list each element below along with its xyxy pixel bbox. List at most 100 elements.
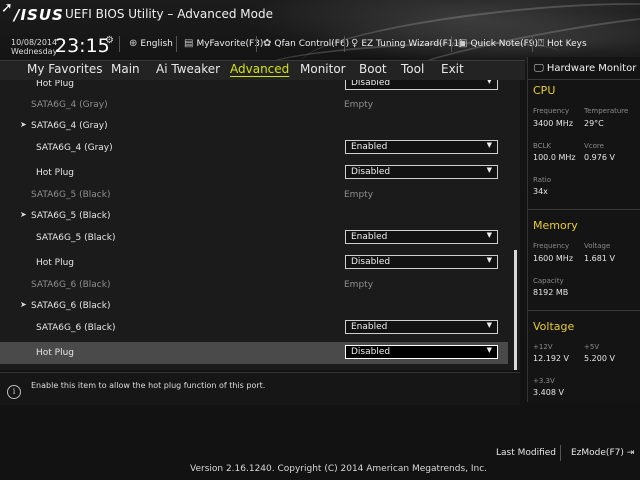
hot-plug-dropdown[interactable]: Disabled ▼ xyxy=(345,80,498,90)
v5-label: +5V xyxy=(584,343,600,351)
setting-label: Hot Plug xyxy=(36,168,75,178)
info-row-sata6g6: SATA6G_6 (Black) Empty xyxy=(0,274,508,296)
header-divider xyxy=(176,36,177,52)
chevron-down-icon: ▼ xyxy=(486,346,492,354)
ez-mode-button[interactable]: EzMode(F7) ⇥ xyxy=(571,448,634,458)
info-row-sata6g4: SATA6G_4 (Gray) Empty xyxy=(0,94,508,116)
submenu-sata6g5[interactable]: ➤ SATA6G_5 (Black) xyxy=(0,205,508,227)
submenu-arrow-icon: ➤ xyxy=(20,210,27,219)
info-icon: i xyxy=(7,385,21,399)
submenu-sata6g4[interactable]: ➤ SATA6G_4 (Gray) xyxy=(0,115,508,137)
clock-settings-gear-icon[interactable]: ⚙ xyxy=(105,35,114,46)
setting-row-hot-plug-sata6g4[interactable]: Hot Plug Disabled ▼ xyxy=(0,80,508,95)
cpu-frequency-value: 3400 MHz xyxy=(533,119,574,128)
fan-icon: ✿ xyxy=(263,38,272,49)
port-enable-dropdown[interactable]: Enabled ▼ xyxy=(345,230,498,244)
menu-tab-monitor[interactable]: Monitor xyxy=(300,62,346,76)
port-label: SATA6G_5 (Black) xyxy=(31,190,111,200)
ratio-value: 34x xyxy=(533,187,548,196)
hardware-monitor-title: 🖵 Hardware Monitor xyxy=(534,63,636,74)
time-display[interactable]: 23:15 xyxy=(55,35,110,57)
header-divider xyxy=(256,36,257,52)
header-divider xyxy=(451,36,452,52)
header-divider xyxy=(532,36,533,52)
port-status: Empty xyxy=(344,280,374,290)
setting-label: Hot Plug xyxy=(36,80,75,89)
chevron-down-icon: ▼ xyxy=(486,231,492,239)
port-enable-dropdown[interactable]: Enabled ▼ xyxy=(345,140,498,154)
setting-row-sata6g4-enable[interactable]: SATA6G_4 (Gray) Enabled ▼ xyxy=(0,137,508,159)
bclk-label: BCLK xyxy=(533,142,552,150)
memory-voltage-value: 1.681 V xyxy=(584,254,615,263)
menu-tab-advanced[interactable]: Advanced xyxy=(230,62,289,76)
divider xyxy=(528,310,640,311)
favorite-icon: ▤ xyxy=(184,38,194,49)
header-divider xyxy=(344,36,345,52)
date: 10/08/2014 xyxy=(11,38,58,47)
chevron-down-icon: ▼ xyxy=(486,321,492,329)
hotkeys-icon: ⍰ xyxy=(538,38,544,49)
hot-plug-dropdown[interactable]: Disabled ▼ xyxy=(345,255,498,269)
myfavorite-label: MyFavorite(F3) xyxy=(196,38,264,49)
submenu-label: SATA6G_6 (Black) xyxy=(31,301,111,311)
app-title: UEFI BIOS Utility – Advanced Mode xyxy=(65,7,273,21)
setting-label: Hot Plug xyxy=(36,348,75,358)
setting-row-hot-plug-sata6g4[interactable]: Hot Plug Disabled ▼ xyxy=(0,162,508,184)
exit-arrow-icon: ⇥ xyxy=(626,448,635,458)
monitor-icon: 🖵 xyxy=(534,63,544,74)
hot-plug-dropdown[interactable]: Disabled ▼ xyxy=(345,345,498,359)
ez-tuning-wizard-button[interactable]: ♀ EZ Tuning Wizard(F11) xyxy=(351,38,463,49)
menu-tab-tool[interactable]: Tool xyxy=(401,62,424,76)
port-status: Empty xyxy=(344,100,374,110)
menu-tab-exit[interactable]: Exit xyxy=(441,62,464,76)
menu-tab-main[interactable]: Main xyxy=(111,62,140,76)
setting-row-hot-plug-sata6g6[interactable]: Hot Plug Disabled ▼ xyxy=(0,342,508,364)
hot-keys-button[interactable]: ⍰ Hot Keys xyxy=(538,38,587,49)
menu-tab-my-favorites[interactable]: My Favorites xyxy=(27,62,102,76)
qfan-control-label: Qfan Control(F6) xyxy=(274,38,350,49)
submenu-sata6g6[interactable]: ➤ SATA6G_6 (Black) xyxy=(0,295,508,317)
dropdown-value: Disabled xyxy=(351,167,391,177)
setting-row-sata6g6-enable[interactable]: SATA6G_6 (Black) Enabled ▼ xyxy=(0,317,508,339)
globe-icon: ⊕ xyxy=(129,38,138,49)
submenu-label: SATA6G_5 (Black) xyxy=(31,211,111,221)
header-divider xyxy=(119,36,120,52)
language-button[interactable]: ⊕ English xyxy=(129,38,173,49)
last-modified-button[interactable]: Last Modified xyxy=(496,448,556,458)
asus-logo: /ISUS xyxy=(14,6,64,24)
dropdown-value: Enabled xyxy=(351,322,388,332)
memory-frequency-value: 1600 MHz xyxy=(533,254,574,263)
language-label: English xyxy=(140,38,173,49)
port-label: SATA6G_4 (Gray) xyxy=(31,100,108,110)
ez-tuning-wizard-label: EZ Tuning Wizard(F11) xyxy=(361,38,463,49)
chevron-down-icon: ▼ xyxy=(486,256,492,264)
submenu-arrow-icon: ➤ xyxy=(20,300,27,309)
hot-plug-dropdown[interactable]: Disabled ▼ xyxy=(345,165,498,179)
date-display: 10/08/2014 Wednesday xyxy=(11,38,57,56)
menu-tab-boot[interactable]: Boot xyxy=(359,62,387,76)
memory-frequency-label: Frequency xyxy=(533,242,570,250)
memory-voltage-label: Voltage xyxy=(584,242,611,250)
quick-note-label: Quick Note(F9) xyxy=(470,38,538,49)
dropdown-value: Enabled xyxy=(351,232,388,242)
v12-label: +12V xyxy=(533,343,553,351)
chevron-down-icon: ▼ xyxy=(486,166,492,174)
hardware-monitor-label: Hardware Monitor xyxy=(546,63,637,74)
vcore-value: 0.976 V xyxy=(584,153,615,162)
footer-divider xyxy=(560,445,561,461)
port-enable-dropdown[interactable]: Enabled ▼ xyxy=(345,320,498,334)
menu-tab-ai-tweaker[interactable]: Ai Tweaker xyxy=(156,62,220,76)
scrollbar[interactable] xyxy=(514,250,517,370)
qfan-control-button[interactable]: ✿ Qfan Control(F6) xyxy=(263,38,349,49)
submenu-label: SATA6G_4 (Gray) xyxy=(31,121,108,131)
info-row-sata6g5: SATA6G_5 (Black) Empty xyxy=(0,184,508,206)
capacity-label: Capacity xyxy=(533,277,564,285)
v12-value: 12.192 V xyxy=(533,354,570,363)
help-text: Enable this item to allow the hot plug f… xyxy=(31,381,266,390)
setting-label: Hot Plug xyxy=(36,258,75,268)
setting-row-hot-plug-sata6g5[interactable]: Hot Plug Disabled ▼ xyxy=(0,252,508,274)
quick-note-button[interactable]: ▣ Quick Note(F9) xyxy=(458,38,538,49)
cpu-temperature-label: Temperature xyxy=(584,107,629,115)
setting-row-sata6g5-enable[interactable]: SATA6G_5 (Black) Enabled ▼ xyxy=(0,227,508,249)
myfavorite-button[interactable]: ▤ MyFavorite(F3) xyxy=(184,38,263,49)
